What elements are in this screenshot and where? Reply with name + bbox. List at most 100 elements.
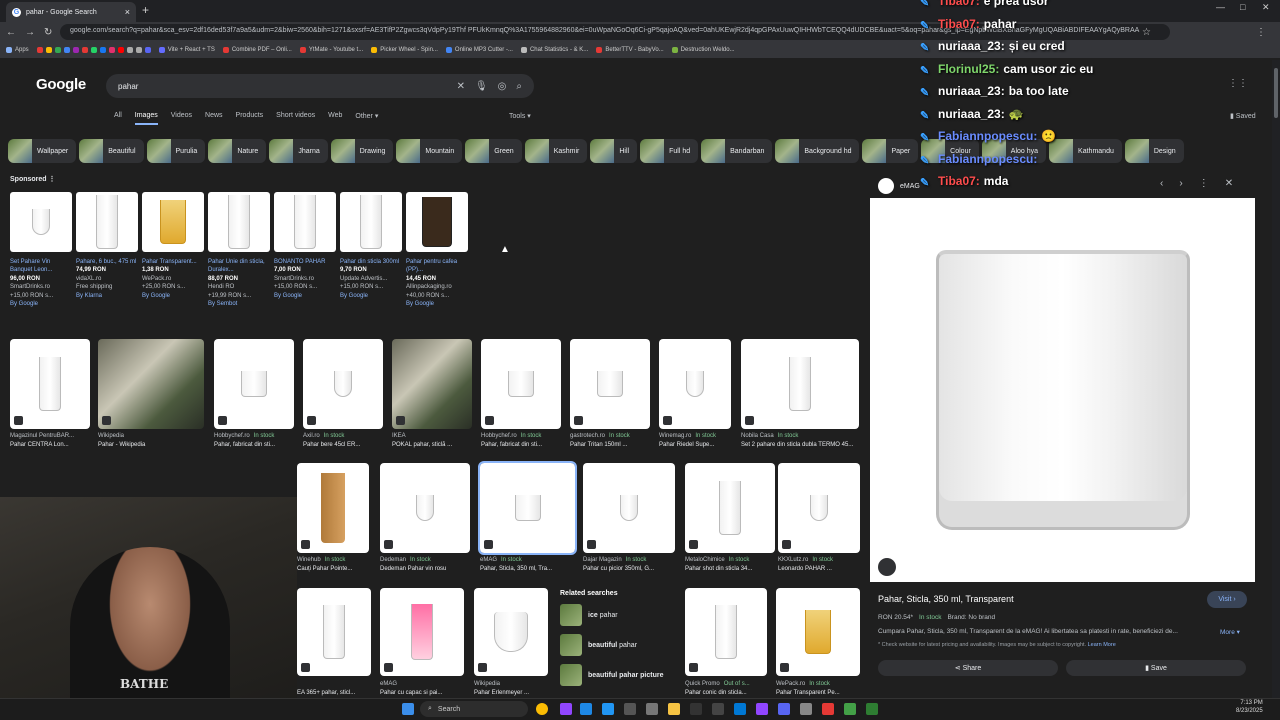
browser-menu-icon[interactable]: ⋮: [1256, 27, 1266, 38]
learn-more-link[interactable]: Learn More: [1088, 642, 1116, 648]
result-caption[interactable]: Winehub In stock Cauți Pahar Pointe...: [297, 556, 369, 574]
discord-icon[interactable]: [778, 703, 790, 715]
forward-icon[interactable]: →: [25, 27, 35, 38]
taskbar-search[interactable]: ⌕ Search: [420, 701, 528, 717]
search-query[interactable]: pahar: [118, 82, 138, 91]
apps-bookmark[interactable]: Apps: [6, 47, 29, 53]
result-image[interactable]: [685, 463, 775, 553]
maximize-icon[interactable]: □: [1240, 2, 1245, 12]
chip[interactable]: Purulia: [146, 139, 206, 163]
result-image[interactable]: [10, 339, 90, 429]
bookmark-item[interactable]: Vite + React + TS: [158, 47, 215, 53]
bookmark-item[interactable]: Destruction Weldo...: [671, 47, 735, 53]
share-button[interactable]: ⋖ Share: [878, 660, 1058, 676]
result-image[interactable]: [778, 463, 860, 553]
google-logo[interactable]: Google: [36, 76, 86, 93]
bookmark-item[interactable]: YtMate - Youtube t...: [299, 47, 363, 53]
result-caption[interactable]: EA 365+ pahar, sticl...: [297, 680, 371, 698]
result-caption[interactable]: eMAG Pahar cu capac si pai...: [380, 680, 464, 698]
chip[interactable]: Jharna: [269, 139, 328, 163]
chip[interactable]: Kashmir: [524, 139, 588, 163]
new-tab-icon[interactable]: +: [142, 3, 149, 17]
tab-images[interactable]: Images: [134, 112, 158, 125]
result-caption[interactable]: IKEA POKAL pahar, sticlă ...: [392, 432, 472, 450]
bookmark-item[interactable]: Chat Statistics - & K...: [520, 47, 588, 53]
start-icon[interactable]: [402, 703, 414, 715]
chrome-icon[interactable]: [536, 703, 548, 715]
sponsored-product[interactable]: Pahare, 6 buc., 475 ml 74,99 RON vidaXL.ro…: [76, 192, 138, 300]
result-image[interactable]: [659, 339, 731, 429]
chip[interactable]: Bandarban: [701, 139, 773, 163]
result-image[interactable]: [474, 588, 548, 676]
more-button[interactable]: More ▾: [1220, 628, 1240, 636]
product-image[interactable]: [142, 192, 204, 252]
product-image[interactable]: [208, 192, 270, 252]
sponsored-product[interactable]: Pahar Unie din sticla, Duralex... 88,07 R…: [208, 192, 270, 308]
tab-all[interactable]: All: [114, 112, 122, 125]
tab-products[interactable]: Products: [236, 112, 264, 125]
result-caption[interactable]: gastrotech.ro In stock Pahar Tritan 150ml …: [570, 432, 650, 450]
result-caption[interactable]: eMAG In stock Pahar, Sticla, 350 ml, Tra..…: [480, 556, 575, 574]
close-window-icon[interactable]: ✕: [1262, 2, 1270, 13]
result-caption[interactable]: Dajar Magazin In stock Pahar cu picior 350…: [583, 556, 675, 574]
result-image[interactable]: [478, 461, 577, 555]
app-icon[interactable]: [646, 703, 658, 715]
result-image[interactable]: [297, 588, 371, 676]
chip[interactable]: Wallpaper: [8, 139, 77, 163]
result-image[interactable]: [776, 588, 860, 676]
result-caption[interactable]: Nobila Casa In stock Set 2 pahare din stic…: [741, 432, 859, 450]
reload-icon[interactable]: ↻: [44, 27, 52, 38]
sponsored-label[interactable]: Sponsored ⋮: [10, 175, 56, 183]
preview-title[interactable]: Pahar, Sticla, 350 ml, Transparent: [878, 594, 1014, 604]
minimize-icon[interactable]: —: [1216, 2, 1225, 12]
close-tab-icon[interactable]: ×: [125, 7, 130, 17]
result-caption[interactable]: Hobbychef.ro In stock Pahar, fabricat din …: [481, 432, 561, 450]
twitch-icon[interactable]: [756, 703, 768, 715]
preview-image[interactable]: [870, 198, 1255, 582]
product-image[interactable]: [76, 192, 138, 252]
app-icon[interactable]: [712, 703, 724, 715]
bookmark-icons-cluster[interactable]: [36, 47, 151, 53]
result-caption[interactable]: Axil.ro In stock Pahar bere 45cl ER...: [303, 432, 383, 450]
result-caption[interactable]: Hobbychef.ro In stock Pahar, fabricat din …: [214, 432, 294, 450]
tab-news[interactable]: News: [205, 112, 223, 125]
tab-short-videos[interactable]: Short videos: [276, 112, 315, 125]
app-icon[interactable]: [690, 703, 702, 715]
back-icon[interactable]: ←: [6, 27, 16, 38]
product-image[interactable]: [406, 192, 468, 252]
vscode-icon[interactable]: [602, 703, 614, 715]
chip[interactable]: Hill: [590, 139, 638, 163]
result-image[interactable]: [303, 339, 383, 429]
sponsored-product[interactable]: Pahar pentru cafea (PP)... 14,45 RON Allin…: [406, 192, 468, 308]
tools-button[interactable]: Tools ▾: [509, 112, 531, 120]
product-image[interactable]: [274, 192, 336, 252]
lens-search-icon[interactable]: [878, 558, 896, 576]
related-item[interactable]: beautiful pahar: [560, 633, 672, 657]
microphone-icon[interactable]: 🎙: [475, 81, 488, 92]
bookmark-item[interactable]: Picker Wheel - Spin...: [371, 47, 438, 53]
scrollbar[interactable]: [1272, 60, 1280, 700]
chip[interactable]: Nature: [208, 139, 267, 163]
save-button[interactable]: ▮ Save: [1066, 660, 1246, 676]
visit-button[interactable]: Visit ›: [1207, 591, 1247, 608]
result-image[interactable]: [380, 588, 464, 676]
chip[interactable]: Background hd: [775, 139, 860, 163]
app-icon[interactable]: [844, 703, 856, 715]
result-caption[interactable]: Magazinul PentruBAR... Pahar CENTRA Lon..…: [10, 432, 90, 450]
app-icon[interactable]: [800, 703, 812, 715]
chip[interactable]: Drawing: [330, 139, 394, 163]
result-image[interactable]: [685, 588, 767, 676]
bookmark-item[interactable]: Online MP3 Cutter -...: [445, 47, 513, 53]
product-image[interactable]: [340, 192, 402, 252]
app-icon[interactable]: [560, 703, 572, 715]
saved-link[interactable]: ▮ Saved: [1230, 112, 1256, 120]
app-icon[interactable]: [866, 703, 878, 715]
bookmark-item[interactable]: Combine PDF – Onli...: [222, 47, 292, 53]
result-caption[interactable]: Quick Promo Out of s... Pahar conic din st…: [685, 680, 767, 698]
related-item[interactable]: beautiful pahar picture: [560, 663, 672, 687]
apps-grid-icon[interactable]: ⋮⋮: [1228, 78, 1248, 89]
app-icon[interactable]: [822, 703, 834, 715]
file-explorer-icon[interactable]: [668, 703, 680, 715]
result-caption[interactable]: WePack.ro In stock Pahar Transparent Pe...: [776, 680, 860, 698]
sponsored-product[interactable]: Pahar Transparent... 1,38 RON WePack.ro +25…: [142, 192, 204, 300]
